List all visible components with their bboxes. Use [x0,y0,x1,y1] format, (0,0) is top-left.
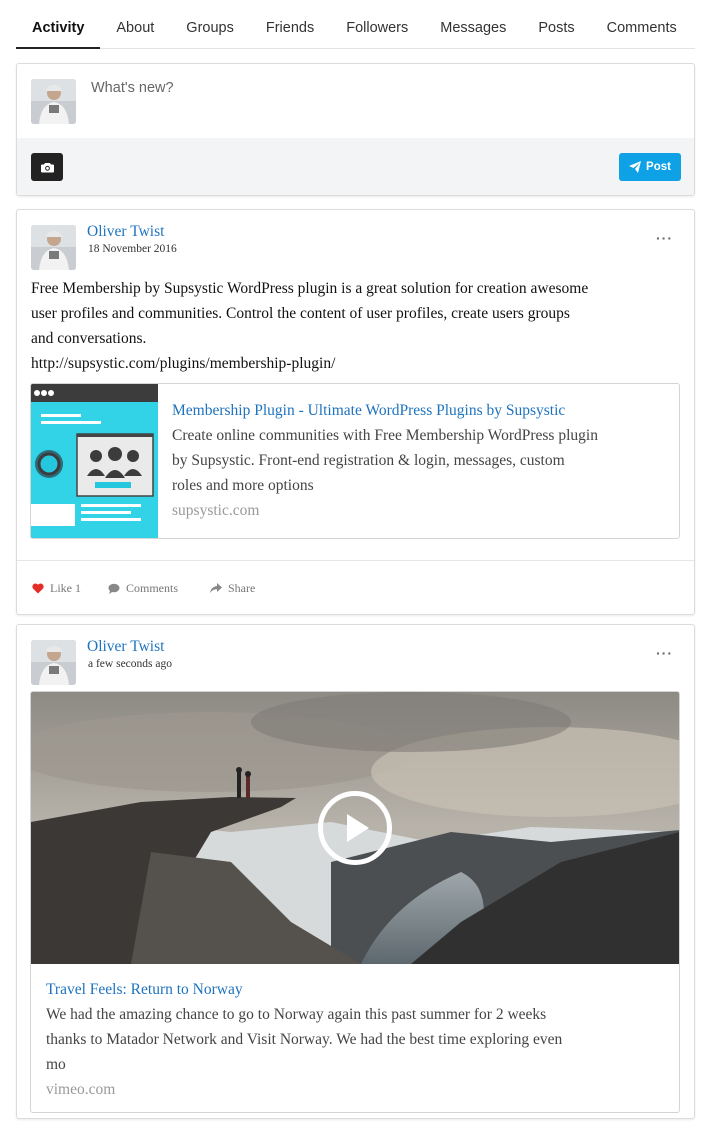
activity-composer: What's new? Post [16,63,695,196]
author-name-link[interactable]: Oliver Twist [87,223,164,241]
like-button[interactable]: Like 1 [32,581,81,596]
link-preview-title[interactable]: Membership Plugin - Ultimate WordPress P… [172,398,671,423]
post-text-line: Free Membership by Supsystic WordPress p… [31,280,589,297]
link-preview-domain: supsystic.com [172,502,260,519]
tab-groups[interactable]: Groups [170,10,250,49]
post-button-label: Post [646,161,671,173]
video-title[interactable]: Travel Feels: Return to Norway [46,977,665,1002]
post-actions: Like 1 Comments Share [17,560,694,614]
link-preview-description: roles and more options [172,477,314,494]
profile-tabs: Activity About Groups Friends Followers … [16,10,695,49]
post-date: 18 November 2016 [88,243,177,255]
activity-item: Oliver Twist 18 November 2016 ··· Free M… [16,209,695,615]
avatar[interactable] [31,640,76,685]
tab-posts[interactable]: Posts [522,10,590,49]
avatar[interactable] [31,225,76,270]
more-options-icon[interactable]: ··· [656,230,673,246]
activity-item: Oliver Twist a few seconds ago ··· Trave… [16,624,695,1119]
link-preview-card[interactable]: Membership Plugin - Ultimate WordPress P… [30,383,680,539]
post-text-line: user profiles and communities. Control t… [31,305,570,322]
share-button[interactable]: Share [210,581,255,596]
link-preview-description: by Supsystic. Front-end registration & l… [172,452,565,469]
add-photo-button[interactable] [31,153,63,181]
composer-toolbar: Post [17,138,694,195]
post-text-line: and conversations. [31,330,147,347]
comments-button[interactable]: Comments [108,581,178,596]
comment-icon [108,583,120,594]
play-button-icon[interactable] [318,791,392,865]
paper-plane-icon [629,161,642,173]
tab-comments[interactable]: Comments [591,10,693,49]
link-preview-description: Create online communities with Free Memb… [172,427,598,444]
link-preview-thumbnail [31,384,158,538]
post-content: Free Membership by Supsystic WordPress p… [31,276,680,376]
tab-about[interactable]: About [100,10,170,49]
video-description: thanks to Matador Network and Visit Norw… [46,1031,563,1048]
tab-followers[interactable]: Followers [330,10,424,49]
camera-icon [40,162,54,172]
video-description: We had the amazing chance to go to Norwa… [46,1006,547,1023]
post-date: a few seconds ago [88,658,172,670]
avatar [31,79,76,124]
video-description: mo [46,1056,66,1073]
video-domain: vimeo.com [46,1081,116,1098]
tab-activity[interactable]: Activity [16,10,101,49]
post-button[interactable]: Post [619,153,681,181]
share-label: Share [228,581,256,595]
share-icon [210,583,222,593]
whats-new-input[interactable]: What's new? [91,80,174,96]
more-options-icon[interactable]: ··· [656,645,673,661]
tab-messages[interactable]: Messages [424,10,522,49]
comments-label: Comments [126,581,179,595]
video-embed-card[interactable]: Travel Feels: Return to Norway We had th… [30,691,680,1113]
tab-friends[interactable]: Friends [250,10,330,49]
like-label: Like 1 [50,581,81,595]
heart-icon [32,583,44,594]
post-url-link[interactable]: http://supsystic.com/plugins/membership-… [31,351,680,376]
author-name-link[interactable]: Oliver Twist [87,638,164,656]
